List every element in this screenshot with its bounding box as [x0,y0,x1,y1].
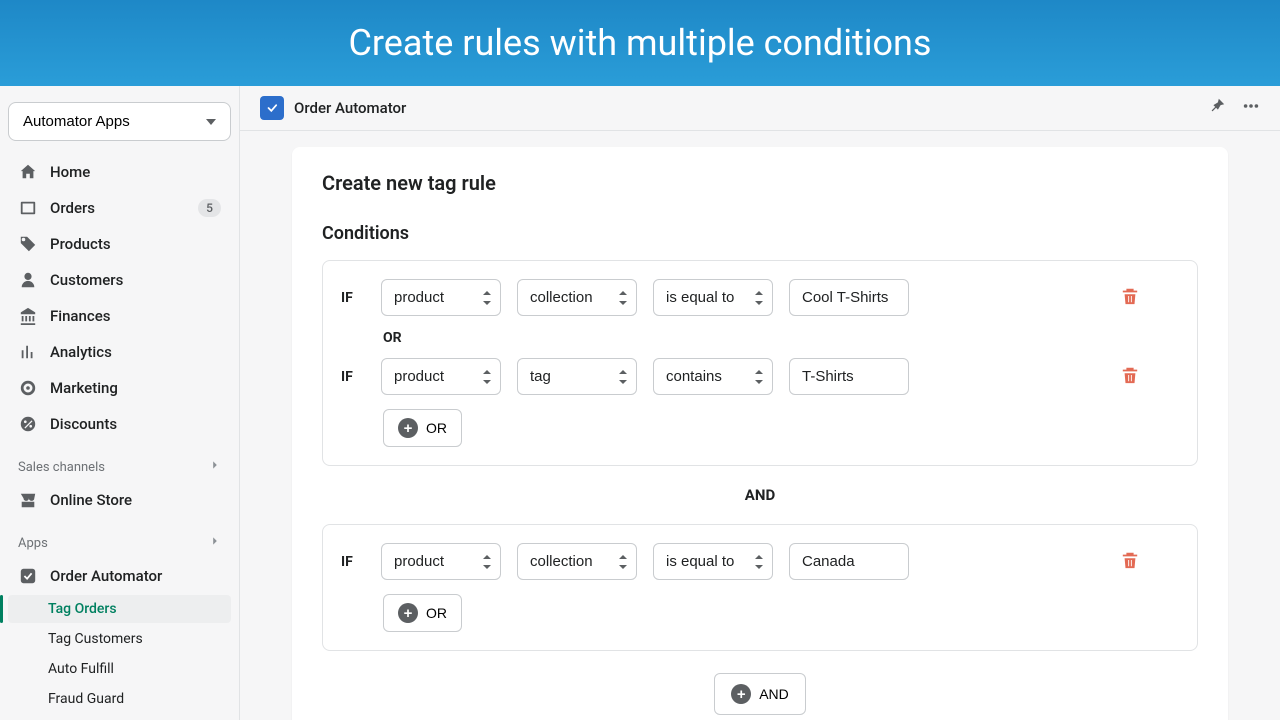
card-title: Create new tag rule [322,171,1198,195]
target-icon [18,378,38,398]
operator-select[interactable]: is equal to [653,279,773,316]
nav-label: Orders [50,199,95,217]
topbar: Order Automator [240,86,1280,131]
bank-icon [18,306,38,326]
sub-tag-customers[interactable]: Tag Customers [8,625,231,653]
section-apps[interactable]: Apps [8,527,231,559]
nav-label: Home [50,163,90,181]
add-and-label: AND [759,686,789,702]
nav-order-automator[interactable]: Order Automator [8,559,231,593]
condition-row: IF product collection is equal to [341,543,1179,580]
nav-label: Customers [50,271,123,289]
section-label: Sales channels [18,460,105,475]
section-label: Apps [18,536,48,551]
attribute-select[interactable]: collection [517,543,637,580]
chevron-right-icon [209,535,221,551]
and-separator: AND [322,486,1198,504]
if-label: IF [341,369,365,385]
if-label: IF [341,554,365,570]
nav-finances[interactable]: Finances [8,299,231,333]
nav-online-store[interactable]: Online Store [8,483,231,517]
value-input[interactable] [789,543,909,580]
delete-icon[interactable] [1121,365,1139,389]
value-input[interactable] [789,358,909,395]
nav-label: Online Store [50,491,132,509]
nav-customers[interactable]: Customers [8,263,231,297]
plus-icon: + [731,684,751,704]
orders-icon [18,198,38,218]
or-separator: OR [383,330,1179,346]
field-select[interactable]: product [381,543,501,580]
rule-card: Create new tag rule Conditions IF produc… [292,147,1228,720]
operator-select[interactable]: is equal to [653,543,773,580]
sub-fraud-guard[interactable]: Fraud Guard [8,685,231,713]
nav-label: Order Automator [50,567,162,585]
attribute-select[interactable]: collection [517,279,637,316]
condition-group: IF product collection is equal to OR IF … [322,260,1198,466]
home-icon [18,162,38,182]
field-select[interactable]: product [381,279,501,316]
plus-icon: + [398,418,418,438]
attribute-select[interactable]: tag [517,358,637,395]
discount-icon [18,414,38,434]
value-input[interactable] [789,279,909,316]
hero-title: Create rules with multiple conditions [348,22,931,64]
tag-icon [18,234,38,254]
if-label: IF [341,290,365,306]
nav-marketing[interactable]: Marketing [8,371,231,405]
nav-label: Products [50,235,111,253]
topbar-title: Order Automator [294,99,406,117]
plus-icon: + [398,603,418,623]
apps-dropdown[interactable]: Automator Apps [8,102,231,141]
add-or-label: OR [426,605,447,621]
add-or-button[interactable]: + OR [383,594,462,632]
conditions-heading: Conditions [322,223,1198,244]
add-and-button[interactable]: + AND [714,673,806,715]
condition-group: IF product collection is equal to + OR [322,524,1198,651]
nav-analytics[interactable]: Analytics [8,335,231,369]
hero-banner: Create rules with multiple conditions [0,0,1280,86]
person-icon [18,270,38,290]
operator-select[interactable]: contains [653,358,773,395]
apps-dropdown-label: Automator Apps [23,113,130,130]
orders-badge: 5 [198,199,221,217]
app-icon [18,566,38,586]
nav-label: Analytics [50,343,112,361]
nav-home[interactable]: Home [8,155,231,189]
nav-label: Discounts [50,415,117,433]
sub-tag-orders[interactable]: Tag Orders [8,595,231,623]
nav-discounts[interactable]: Discounts [8,407,231,441]
sub-auto-fulfill[interactable]: Auto Fulfill [8,655,231,683]
field-select[interactable]: product [381,358,501,395]
add-or-label: OR [426,420,447,436]
section-sales-channels[interactable]: Sales channels [8,451,231,483]
app-logo-icon [260,96,284,120]
more-icon[interactable] [1242,97,1260,119]
caret-down-icon [206,119,216,125]
main-content: Order Automator Create new tag rule Cond… [240,86,1280,720]
analytics-icon [18,342,38,362]
nav-label: Marketing [50,379,118,397]
condition-row: IF product tag contains [341,358,1179,395]
delete-icon[interactable] [1121,286,1139,310]
nav-products[interactable]: Products [8,227,231,261]
nav-label: Finances [50,307,110,325]
add-or-button[interactable]: + OR [383,409,462,447]
sidebar: Automator Apps Home Orders 5 Products Cu… [0,86,240,720]
condition-row: IF product collection is equal to [341,279,1179,316]
chevron-right-icon [209,459,221,475]
delete-icon[interactable] [1121,550,1139,574]
store-icon [18,490,38,510]
pin-icon[interactable] [1208,97,1226,119]
nav-orders[interactable]: Orders 5 [8,191,231,225]
